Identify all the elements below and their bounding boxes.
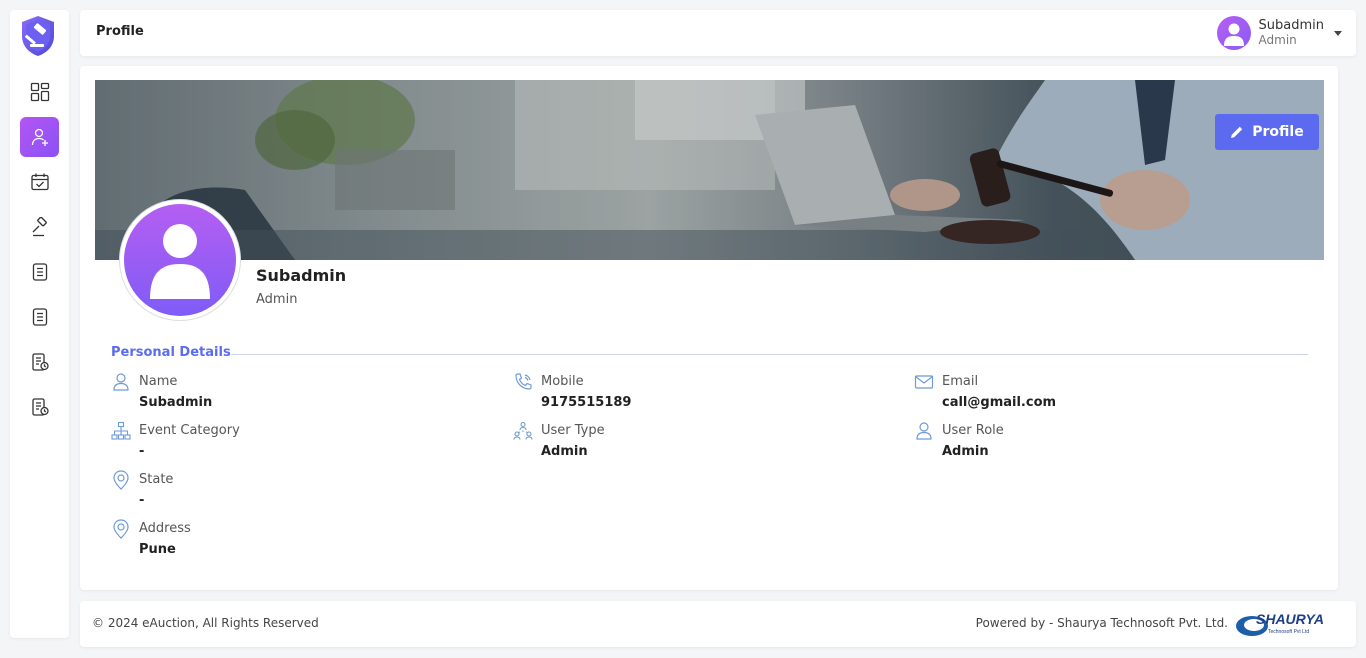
location-pin-icon	[113, 470, 129, 490]
edit-profile-button[interactable]: Profile	[1215, 114, 1319, 150]
report-document-icon	[31, 353, 49, 371]
chevron-down-icon[interactable]	[1334, 30, 1342, 36]
calendar-check-icon	[30, 173, 49, 191]
profile-avatar	[120, 200, 240, 320]
location-pin-icon	[113, 519, 129, 539]
dashboard-icon	[30, 82, 49, 102]
hierarchy-icon	[111, 421, 131, 440]
users-network-icon	[513, 421, 533, 440]
profile-role: Admin	[256, 292, 298, 307]
nav-auctions[interactable]	[20, 207, 59, 247]
powered-by-text: Powered by - Shaurya Technosoft Pvt. Ltd…	[975, 616, 1228, 630]
mail-icon	[914, 375, 934, 389]
nav-events[interactable]	[20, 162, 59, 202]
profile-banner: Profile	[95, 80, 1324, 260]
user-avatar-icon	[1223, 23, 1244, 46]
nav-list-2[interactable]	[20, 297, 59, 337]
nav-report-2[interactable]	[20, 387, 59, 427]
sidebar	[10, 10, 69, 638]
divider	[231, 354, 1308, 355]
user-icon	[113, 373, 129, 391]
report-document-icon	[31, 398, 49, 416]
auction-hammer-icon	[32, 217, 47, 237]
user-add-icon	[31, 128, 48, 146]
section-title: Personal Details	[111, 345, 231, 360]
profile-card: Profile Subadmin Admin Personal Details …	[80, 66, 1338, 590]
edit-profile-label: Profile	[1252, 124, 1304, 140]
brand-sub: Technosoft Pvt Ltd	[1268, 629, 1309, 635]
user-name: Subadmin	[1258, 18, 1324, 33]
user-icon	[916, 422, 932, 440]
brand-name: SHAURYA	[1256, 611, 1324, 627]
footer: © 2024 eAuction, All Rights Reserved Pow…	[80, 601, 1356, 647]
banner-image	[95, 80, 1324, 260]
nav-profile[interactable]	[20, 117, 59, 157]
nav-dashboard[interactable]	[20, 72, 59, 112]
list-document-icon	[32, 308, 47, 326]
eauction-logo[interactable]	[19, 14, 57, 58]
page-title: Profile	[96, 24, 144, 39]
user-role: Admin	[1258, 33, 1297, 47]
topbar: Profile Subadmin Admin	[80, 10, 1356, 56]
nav-list-1[interactable]	[20, 252, 59, 292]
phone-icon	[515, 373, 532, 390]
copyright-text: © 2024 eAuction, All Rights Reserved	[92, 616, 319, 630]
pencil-icon	[1231, 126, 1243, 138]
user-avatar-icon	[150, 224, 210, 299]
user-menu[interactable]: Subadmin Admin	[1216, 16, 1342, 50]
nav-report-1[interactable]	[20, 342, 59, 382]
avatar	[1216, 16, 1251, 50]
list-document-icon	[32, 263, 47, 281]
profile-name: Subadmin	[256, 266, 347, 285]
shaurya-logo[interactable]: SHAURYA Technosoft Pvt Ltd	[1234, 609, 1346, 639]
